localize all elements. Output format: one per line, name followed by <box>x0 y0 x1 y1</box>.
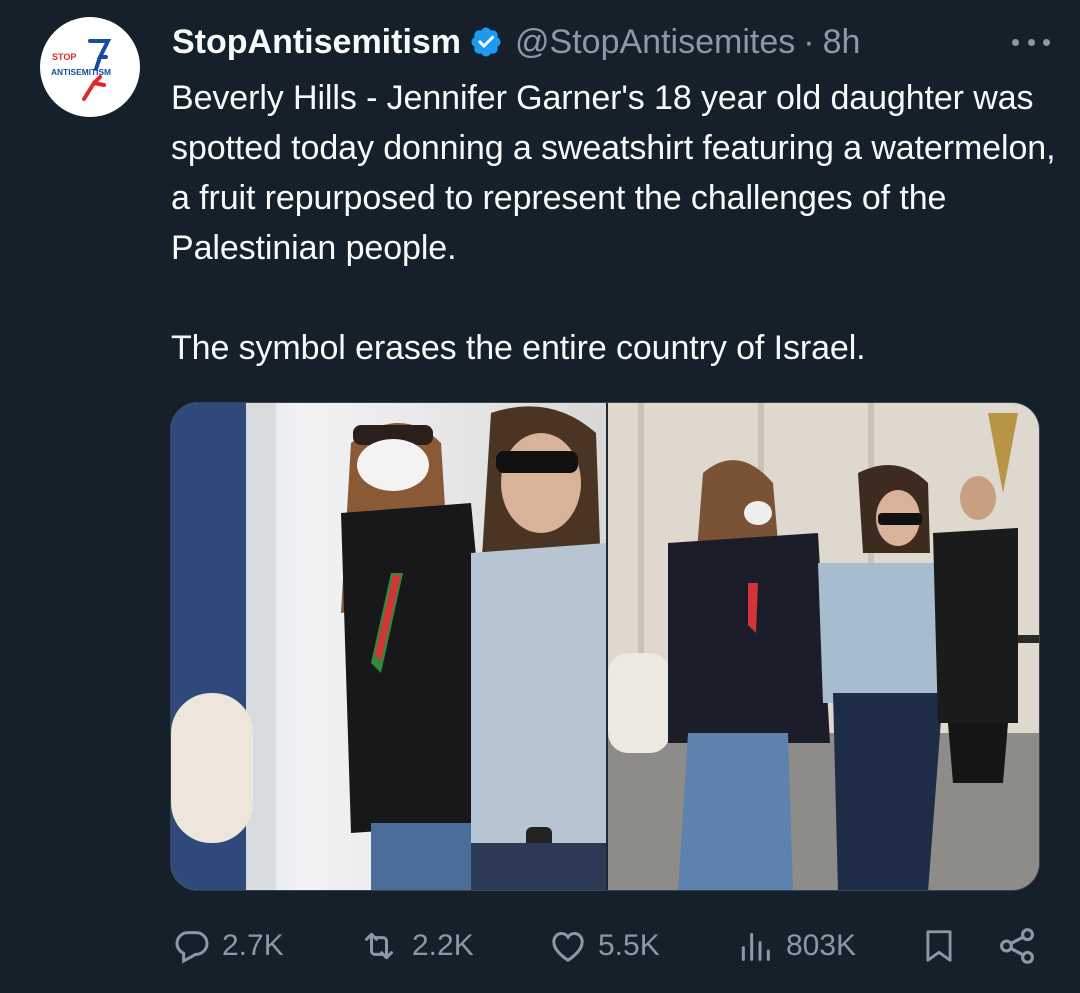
photo-right-illustration <box>608 403 1039 890</box>
more-dot <box>1043 38 1050 46</box>
media-grid[interactable] <box>170 402 1040 891</box>
face-mask <box>357 439 429 491</box>
retweet-icon <box>365 932 393 960</box>
avatar-stop-text: Stop <box>52 52 76 62</box>
avatar-blue-arrow <box>88 39 112 71</box>
like-button[interactable]: 5.5K <box>548 918 660 974</box>
black-sweatshirt <box>668 533 830 743</box>
like-count: 5.5K <box>598 929 660 962</box>
tweet-header: StopAntisemitism @StopAntisemites · 8h <box>172 20 1052 64</box>
avatar-red-arrow <box>82 75 106 101</box>
fur-bag <box>171 693 253 843</box>
sunglasses <box>496 451 578 473</box>
views-button[interactable]: 803K <box>734 918 856 974</box>
avatar[interactable]: Stop AntiSemitism <box>40 17 140 117</box>
photo-left[interactable] <box>171 403 606 890</box>
photo-right[interactable] <box>608 403 1039 890</box>
retweet-count: 2.2K <box>412 929 474 962</box>
bookmark-button[interactable] <box>920 918 968 974</box>
separator-dot: · <box>803 23 815 61</box>
reply-icon <box>175 931 209 964</box>
reply-count: 2.7K <box>222 929 284 962</box>
display-name[interactable]: StopAntisemitism <box>172 22 461 62</box>
photo-left-illustration <box>171 403 606 890</box>
more-dot <box>1027 38 1035 46</box>
more-dot <box>1012 38 1019 46</box>
avatar-main-text: AntiSemitism <box>51 67 111 77</box>
share-icon <box>1000 928 1034 964</box>
verified-badge-icon <box>471 27 501 57</box>
more-options-icon[interactable] <box>1010 22 1052 62</box>
views-icon <box>741 932 770 961</box>
bookmark-icon <box>926 930 952 962</box>
timestamp[interactable]: 8h <box>823 22 861 62</box>
views-count: 803K <box>786 929 857 962</box>
retweet-button[interactable]: 2.2K <box>356 918 474 974</box>
reply-button[interactable]: 2.7K <box>172 918 284 974</box>
heart-icon <box>552 931 584 962</box>
handle[interactable]: @StopAntisemites <box>515 22 795 62</box>
action-bar: 2.7K 2.2K 5.5K 803K <box>170 918 1040 974</box>
share-button[interactable] <box>996 918 1048 974</box>
tweet-text: Beverly Hills - Jennifer Garner's 18 yea… <box>171 79 1056 367</box>
